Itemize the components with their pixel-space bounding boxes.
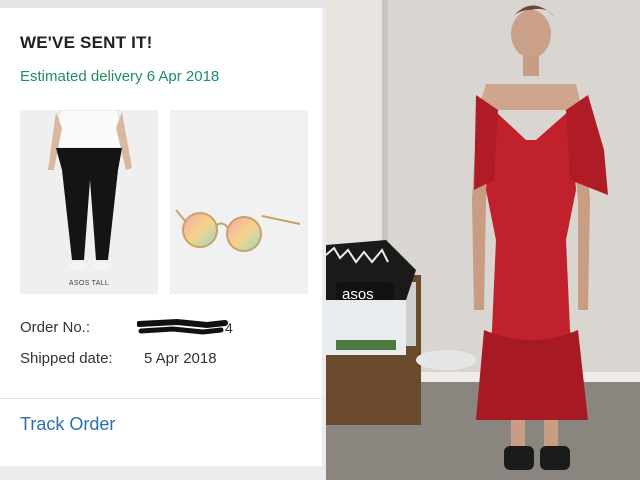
shipped-date-value: 5 Apr 2018 (144, 350, 217, 367)
sunglasses-illustration (170, 110, 308, 294)
order-confirmation-panel: WE'VE SENT IT! Estimated delivery 6 Apr … (0, 0, 326, 480)
customer-photo: asos (326, 0, 640, 480)
page-title: WE'VE SENT IT! (20, 33, 153, 52)
sunglasses-product-image[interactable] (170, 110, 308, 294)
divider (0, 398, 322, 399)
order-number-suffix: 4 (225, 320, 233, 336)
door-frame (326, 0, 386, 260)
track-order-link[interactable]: Track Order (20, 414, 115, 435)
photo-illustration: asos (326, 0, 640, 480)
order-number-label: Order No.: (20, 319, 91, 336)
product-caption: ASOS TALL (68, 280, 110, 287)
jeans-model-illustration (20, 110, 158, 294)
jeans-product-image[interactable]: ASOS TALL (20, 110, 158, 294)
card-top-edge (0, 0, 326, 8)
shipped-date-label: Shipped date: (20, 350, 113, 367)
estimated-delivery-text: Estimated delivery 6 Apr 2018 (20, 68, 220, 85)
head (511, 10, 551, 58)
order-number-redacted: 4 (137, 318, 233, 336)
